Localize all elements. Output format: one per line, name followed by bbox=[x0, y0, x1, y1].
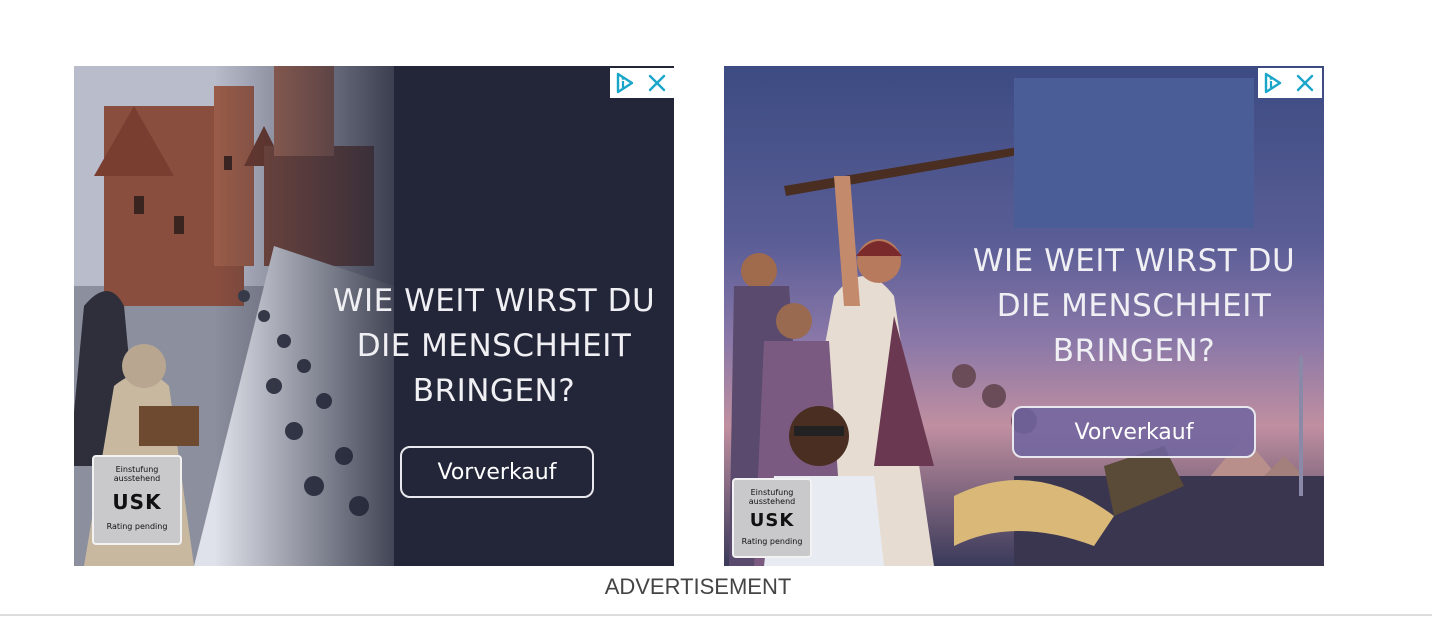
logo-placeholder bbox=[1014, 78, 1254, 228]
usk-rating-top: Einstufung ausstehend bbox=[113, 465, 161, 483]
advertisement-label: ADVERTISEMENT bbox=[604, 574, 792, 599]
adchoices-icon[interactable] bbox=[1258, 68, 1288, 98]
usk-rating-bot: Rating pending bbox=[741, 537, 803, 546]
advertisement-banner-1[interactable]: WIE WEIT WIRST DU DIE MENSCHHEIT BRINGEN… bbox=[74, 66, 674, 566]
ad-headline: WIE WEIT WIRST DU DIE MENSCHHEIT BRINGEN… bbox=[332, 283, 656, 409]
advertisement-banner-2[interactable]: WIE WEIT WIRST DU DIE MENSCHHEIT BRINGEN… bbox=[724, 66, 1324, 566]
preorder-button[interactable]: Vorverkauf bbox=[400, 446, 594, 498]
usk-rating-mid: USK bbox=[112, 490, 162, 514]
close-icon[interactable] bbox=[1288, 68, 1320, 98]
usk-rating-bot: Rating pending bbox=[106, 522, 168, 531]
close-icon[interactable] bbox=[640, 68, 672, 98]
ad-controls bbox=[610, 68, 674, 98]
section-divider bbox=[0, 614, 1432, 616]
ad-controls bbox=[1258, 68, 1322, 98]
adchoices-icon[interactable] bbox=[610, 68, 640, 98]
usk-rating-top: Einstufung ausstehend bbox=[748, 488, 796, 506]
usk-rating-badge: Einstufung ausstehend USK Rating pending bbox=[92, 455, 182, 545]
preorder-button[interactable]: Vorverkauf bbox=[1012, 406, 1256, 458]
usk-rating-badge: Einstufung ausstehend USK Rating pending bbox=[732, 478, 812, 558]
ad-headline: WIE WEIT WIRST DU DIE MENSCHHEIT BRINGEN… bbox=[972, 243, 1296, 369]
usk-rating-mid: USK bbox=[749, 510, 795, 531]
